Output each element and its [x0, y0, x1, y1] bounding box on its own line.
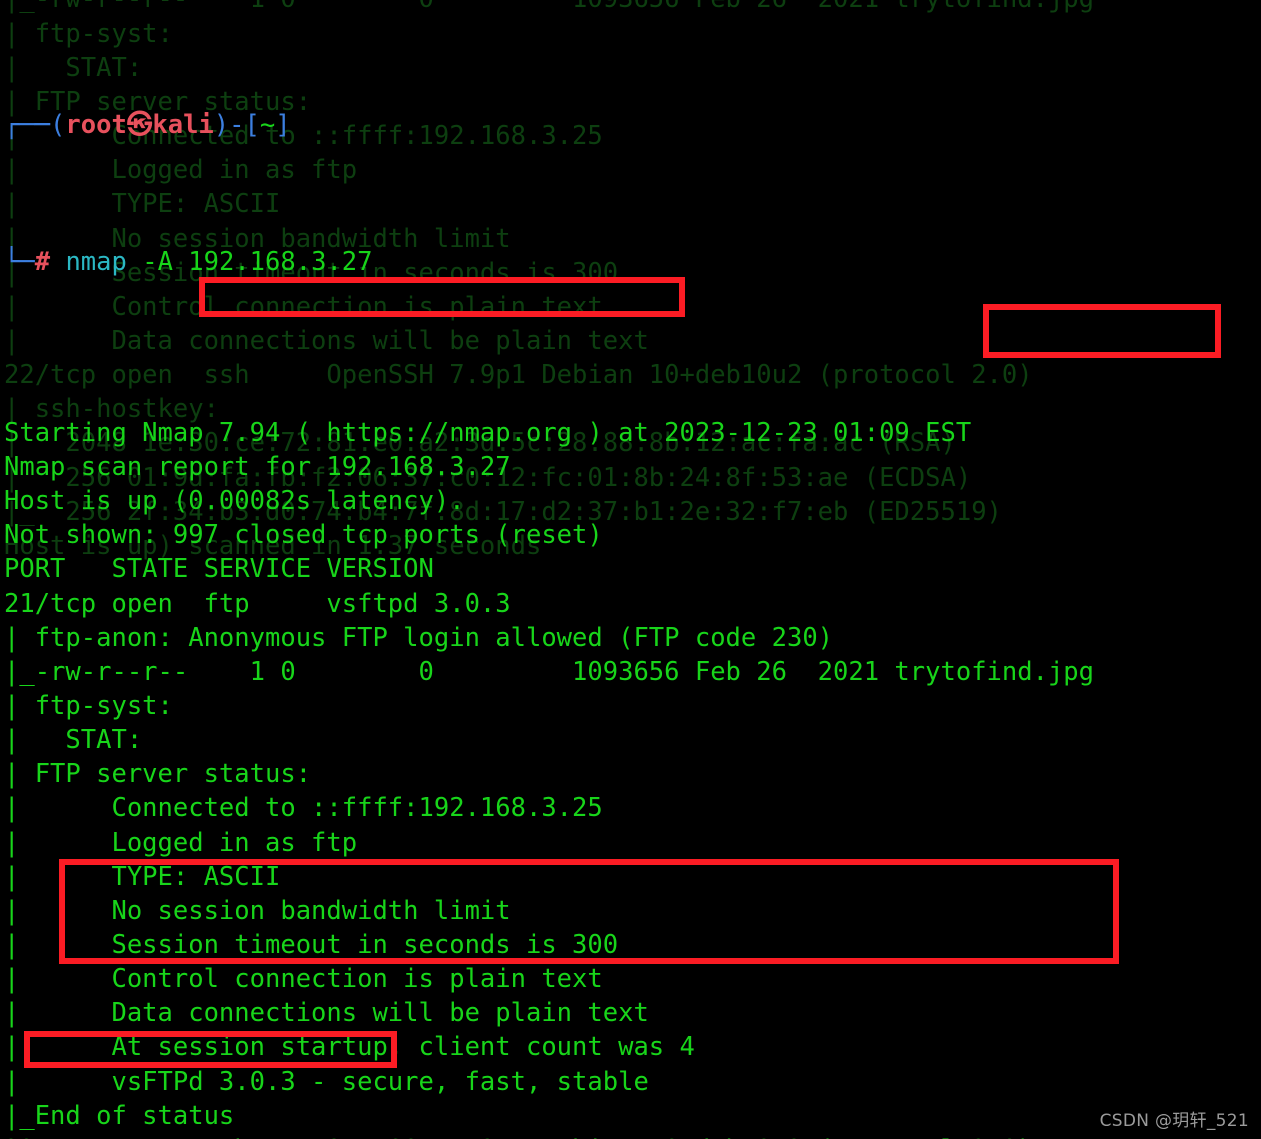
output-line: 22/tcp open ssh OpenSSH 7.9p1 Debian 10+…: [4, 1133, 1094, 1139]
prompt-bracket-close: ]: [275, 110, 291, 141]
kali-dragon-logo-icon: ㉿: [126, 110, 153, 141]
prompt-host: kali: [152, 110, 214, 141]
output-line: | Data connections will be plain text: [4, 998, 649, 1029]
terminal-output-layer: ┌──(root㉿kali)-[~] └─# nmap -A 192.168.3…: [4, 6, 1094, 1139]
output-line: | At session startup, client count was 4: [4, 1032, 695, 1063]
nmap-output: Starting Nmap 7.94 ( https://nmap.org ) …: [4, 416, 1094, 1139]
prompt-bracket-open-icon: ┌──(: [4, 110, 66, 141]
output-line: | ftp-anon: Anonymous FTP login allowed …: [4, 622, 834, 653]
output-line: |_-rw-r--r-- 1 0 0 1093656 Feb 26 2021 t…: [4, 656, 1095, 687]
output-line: Not shown: 997 closed tcp ports (reset): [4, 520, 603, 551]
output-line: | ftp-syst:: [4, 690, 173, 721]
output-line: | vsFTPd 3.0.3 - secure, fast, stable: [4, 1066, 649, 1097]
output-line: Nmap scan report for 192.168.3.27: [4, 451, 511, 482]
output-line: | No session bandwidth limit: [4, 895, 511, 926]
command-name: nmap: [65, 247, 127, 278]
output-line: | FTP server status:: [4, 759, 312, 790]
command-arguments: -A 192.168.3.27: [126, 247, 373, 278]
prompt-line-2-command[interactable]: └─# nmap -A 192.168.3.27: [4, 245, 1094, 279]
output-line: PORT STATE SERVICE VERSION: [4, 554, 434, 585]
output-line: | Connected to ::ffff:192.168.3.25: [4, 793, 603, 824]
prompt-bracket-mid: )-[: [213, 110, 260, 141]
output-line: Host is up (0.00082s latency).: [4, 486, 465, 517]
output-line: | STAT:: [4, 725, 143, 756]
output-line: | TYPE: ASCII: [4, 861, 281, 892]
prompt-path: ~: [259, 110, 276, 141]
output-line: | Logged in as ftp: [4, 827, 358, 858]
output-line: | Control connection is plain text: [4, 964, 603, 995]
prompt-continuation-icon: └─: [4, 247, 35, 278]
output-line: |_End of status: [4, 1100, 235, 1131]
output-line: | Session timeout in seconds is 300: [4, 929, 619, 960]
prompt-root-sigil: #: [34, 247, 51, 278]
prompt-user: root: [65, 110, 127, 141]
terminal-window[interactable]: Starting Nmap 7.94 ( https://nmap.org ) …: [0, 0, 1261, 1139]
prompt-line-1: ┌──(root㉿kali)-[~]: [4, 108, 1094, 142]
csdn-watermark: CSDN @玥轩_521: [1099, 1111, 1249, 1131]
output-line: 21/tcp open ftp vsftpd 3.0.3: [4, 588, 511, 619]
output-line: Starting Nmap 7.94 ( https://nmap.org ) …: [4, 417, 972, 448]
